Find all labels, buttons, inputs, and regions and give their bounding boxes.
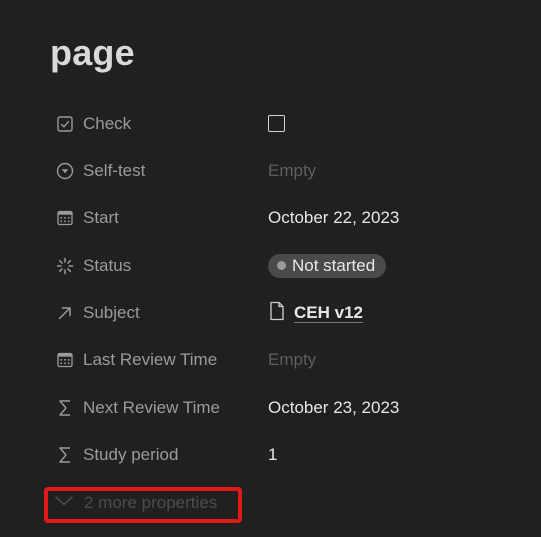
status-badge[interactable]: Not started xyxy=(268,253,387,278)
property-row-next-review-time: Next Review Time October 23, 2023 xyxy=(54,384,524,431)
property-row-last-review-time: Last Review Time Empty xyxy=(54,337,524,384)
property-row-subject: Subject CEH v12 xyxy=(54,290,524,337)
property-label: Status xyxy=(83,255,132,275)
property-label: Start xyxy=(83,208,119,228)
property-name-last-review-time[interactable]: Last Review Time xyxy=(54,337,254,384)
sigma-icon xyxy=(54,445,75,466)
property-label: Last Review Time xyxy=(83,350,218,370)
property-row-status: Status Not started xyxy=(54,242,524,289)
page-title[interactable]: page xyxy=(50,32,135,74)
property-value-start[interactable]: October 22, 2023 xyxy=(268,195,399,242)
check-checkbox[interactable] xyxy=(268,115,285,132)
document-icon xyxy=(268,301,286,326)
relation-link[interactable]: CEH v12 xyxy=(268,301,363,326)
property-value-check[interactable] xyxy=(268,100,285,147)
property-name-next-review-time[interactable]: Next Review Time xyxy=(54,384,254,431)
status-text: Not started xyxy=(292,255,376,275)
more-properties-label: 2 more properties xyxy=(84,493,218,512)
property-row-self-test: Self-test Empty xyxy=(54,147,524,194)
property-label: Self-test xyxy=(83,160,146,180)
property-row-check: Check xyxy=(54,100,524,147)
property-row-start: Start October 22, 2023 xyxy=(54,195,524,242)
chevron-down-icon xyxy=(54,494,74,513)
calendar-icon xyxy=(54,208,75,229)
property-name-subject[interactable]: Subject xyxy=(54,290,254,337)
property-value-study-period[interactable]: 1 xyxy=(268,432,277,479)
property-label: Check xyxy=(83,113,132,133)
status-spinner-icon xyxy=(54,255,75,276)
property-value-subject[interactable]: CEH v12 xyxy=(268,290,363,337)
relation-arrow-icon xyxy=(54,303,75,324)
property-value-next-review-time[interactable]: October 23, 2023 xyxy=(268,384,399,431)
property-name-self-test[interactable]: Self-test xyxy=(54,147,254,194)
property-row-study-period: Study period 1 xyxy=(54,432,524,479)
property-name-check[interactable]: Check xyxy=(54,100,254,147)
property-label: Next Review Time xyxy=(83,397,220,417)
relation-text: CEH v12 xyxy=(294,303,363,323)
properties-list: Check Self-test Empty Start October 22, … xyxy=(54,100,524,479)
property-value-last-review-time[interactable]: Empty xyxy=(268,337,316,384)
select-circle-icon xyxy=(54,160,75,181)
property-name-status[interactable]: Status xyxy=(54,242,254,289)
property-value-status[interactable]: Not started xyxy=(268,242,387,289)
checkbox-icon xyxy=(54,113,75,134)
property-name-start[interactable]: Start xyxy=(54,195,254,242)
property-name-study-period[interactable]: Study period xyxy=(54,432,254,479)
status-dot-icon xyxy=(277,261,286,271)
property-value-self-test[interactable]: Empty xyxy=(268,147,316,194)
more-properties-toggle[interactable]: 2 more properties xyxy=(54,485,217,521)
property-label: Subject xyxy=(83,303,140,323)
sigma-icon xyxy=(54,397,75,418)
property-label: Study period xyxy=(83,445,179,465)
calendar-icon xyxy=(54,350,75,371)
